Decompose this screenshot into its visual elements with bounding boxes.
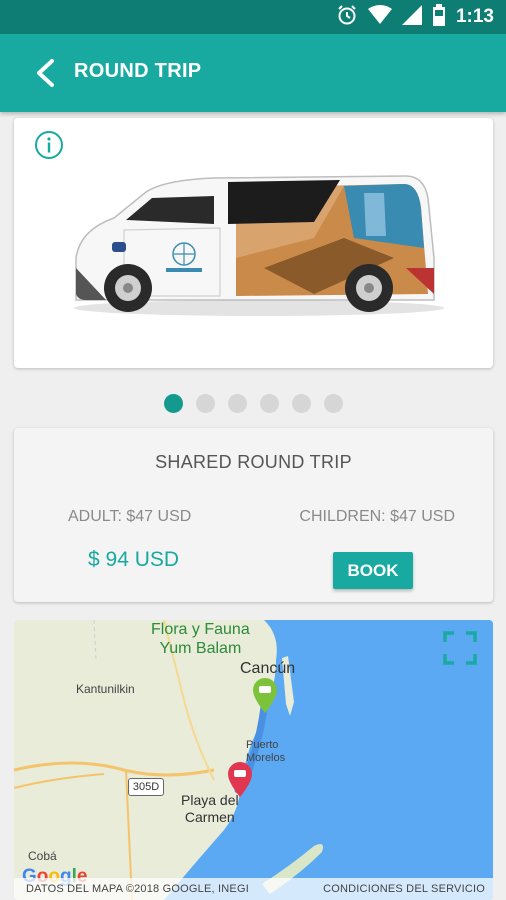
status-bar: 1:13 [0,0,506,34]
van-image [74,175,444,316]
pager-dot[interactable] [227,394,247,413]
page-title: ROUND TRIP [74,60,202,82]
origin-pin[interactable] [251,676,279,719]
fullscreen-button[interactable] [442,630,478,666]
chevron-left-icon [37,59,54,87]
vehicle-image-card[interactable] [14,118,493,368]
adult-price: ADULT: $47 USD [68,508,192,525]
road-sign: 305D [128,778,164,796]
battery-icon [432,3,446,31]
app-bar: ROUND TRIP [0,34,506,112]
total-price: $ 94 USD [88,548,180,571]
book-button[interactable]: BOOK [333,552,413,589]
children-price: CHILDREN: $47 USD [299,508,455,525]
alarm-icon [336,4,358,31]
image-pager [0,394,506,414]
signal-icon [401,4,422,30]
pager-dot[interactable] [195,394,215,413]
trip-card: SHARED ROUND TRIP ADULT: $47 USD CHILDRE… [14,428,493,602]
pager-dot[interactable] [163,394,183,413]
wifi-icon [367,4,392,30]
pager-dot[interactable] [323,394,343,413]
pager-dot[interactable] [291,394,311,413]
pager-dot[interactable] [259,394,279,413]
destination-pin[interactable] [226,760,254,803]
fullscreen-icon [443,631,477,665]
terms-link[interactable]: CONDICIONES DEL SERVICIO [323,883,485,895]
route-map[interactable]: Flora y Fauna Yum Balam Cancún Kantunilk… [14,620,493,900]
trip-title: SHARED ROUND TRIP [155,452,352,472]
status-time: 1:13 [455,6,494,27]
status-icons: 1:13 [336,3,494,31]
back-button[interactable] [28,56,62,90]
map-attribution: DATOS DEL MAPA ©2018 GOOGLE, INEGI [26,883,249,895]
map-footer: DATOS DEL MAPA ©2018 GOOGLE, INEGI CONDI… [14,878,493,900]
